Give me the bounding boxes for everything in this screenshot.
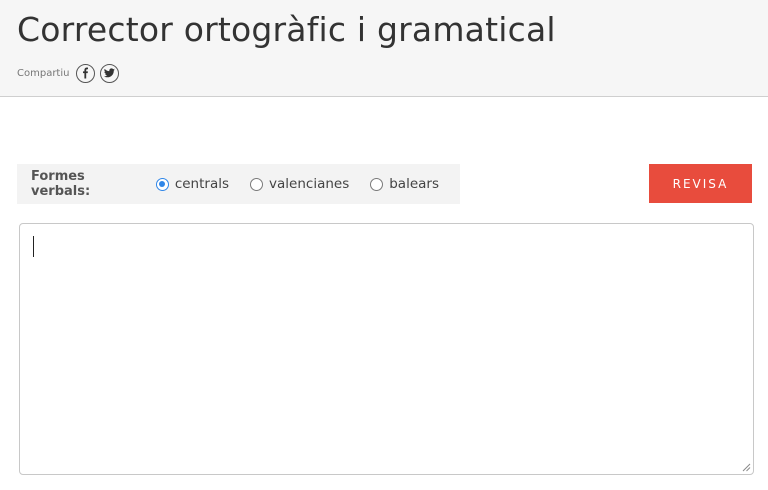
radio-balears-label: balears <box>389 176 439 192</box>
radio-balears[interactable]: balears <box>370 176 439 192</box>
radio-valencianes-label: valencianes <box>269 176 350 192</box>
text-cursor <box>33 236 34 257</box>
resize-handle-icon[interactable] <box>741 462 751 472</box>
verb-forms-label: Formes verbals: <box>31 169 91 199</box>
facebook-icon[interactable] <box>76 63 96 83</box>
header: Corrector ortogràfic i gramatical Compar… <box>0 0 768 97</box>
verb-forms-options: Formes verbals: centrals valencianes bal… <box>17 164 460 204</box>
radio-unselected-icon[interactable] <box>370 177 384 191</box>
text-input-area[interactable] <box>19 223 754 475</box>
page-title: Corrector ortogràfic i gramatical <box>17 10 556 49</box>
radio-centrals[interactable]: centrals <box>155 176 230 192</box>
share-row: Compartiu <box>17 63 124 83</box>
radio-selected-icon[interactable] <box>155 177 169 191</box>
radio-unselected-icon[interactable] <box>250 177 264 191</box>
share-label: Compartiu <box>17 67 70 79</box>
revisa-button[interactable]: REVISA <box>649 164 752 203</box>
radio-valencianes[interactable]: valencianes <box>250 176 349 192</box>
radio-centrals-label: centrals <box>174 176 230 192</box>
twitter-icon[interactable] <box>100 63 120 83</box>
